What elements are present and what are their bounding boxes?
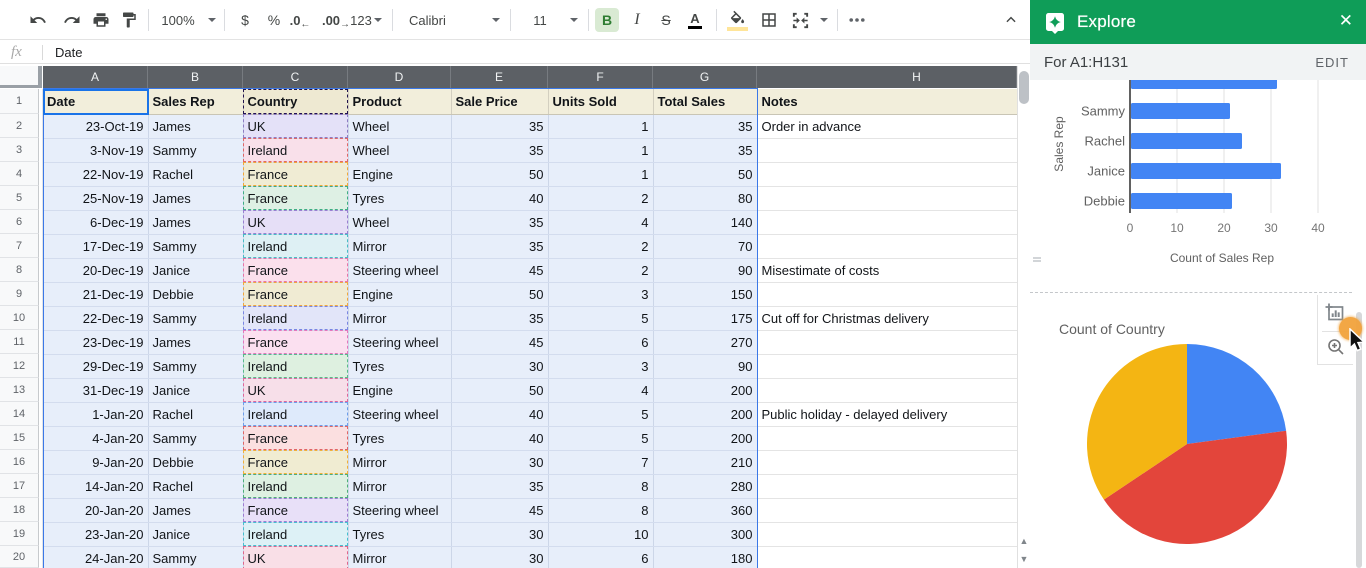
svg-text:Count of Sales Rep: Count of Sales Rep bbox=[1170, 251, 1274, 265]
svg-text:30: 30 bbox=[1264, 221, 1278, 235]
svg-text:40: 40 bbox=[1311, 221, 1325, 235]
svg-text:20: 20 bbox=[1217, 221, 1231, 235]
svg-text:Rachel: Rachel bbox=[1085, 134, 1126, 149]
svg-text:Sammy: Sammy bbox=[1081, 104, 1126, 119]
svg-text:Sales Rep: Sales Rep bbox=[1052, 116, 1066, 172]
svg-text:10: 10 bbox=[1170, 221, 1184, 235]
svg-text:Debbie: Debbie bbox=[1084, 194, 1125, 209]
svg-text:0: 0 bbox=[1127, 221, 1134, 235]
svg-text:Janice: Janice bbox=[1087, 164, 1125, 179]
